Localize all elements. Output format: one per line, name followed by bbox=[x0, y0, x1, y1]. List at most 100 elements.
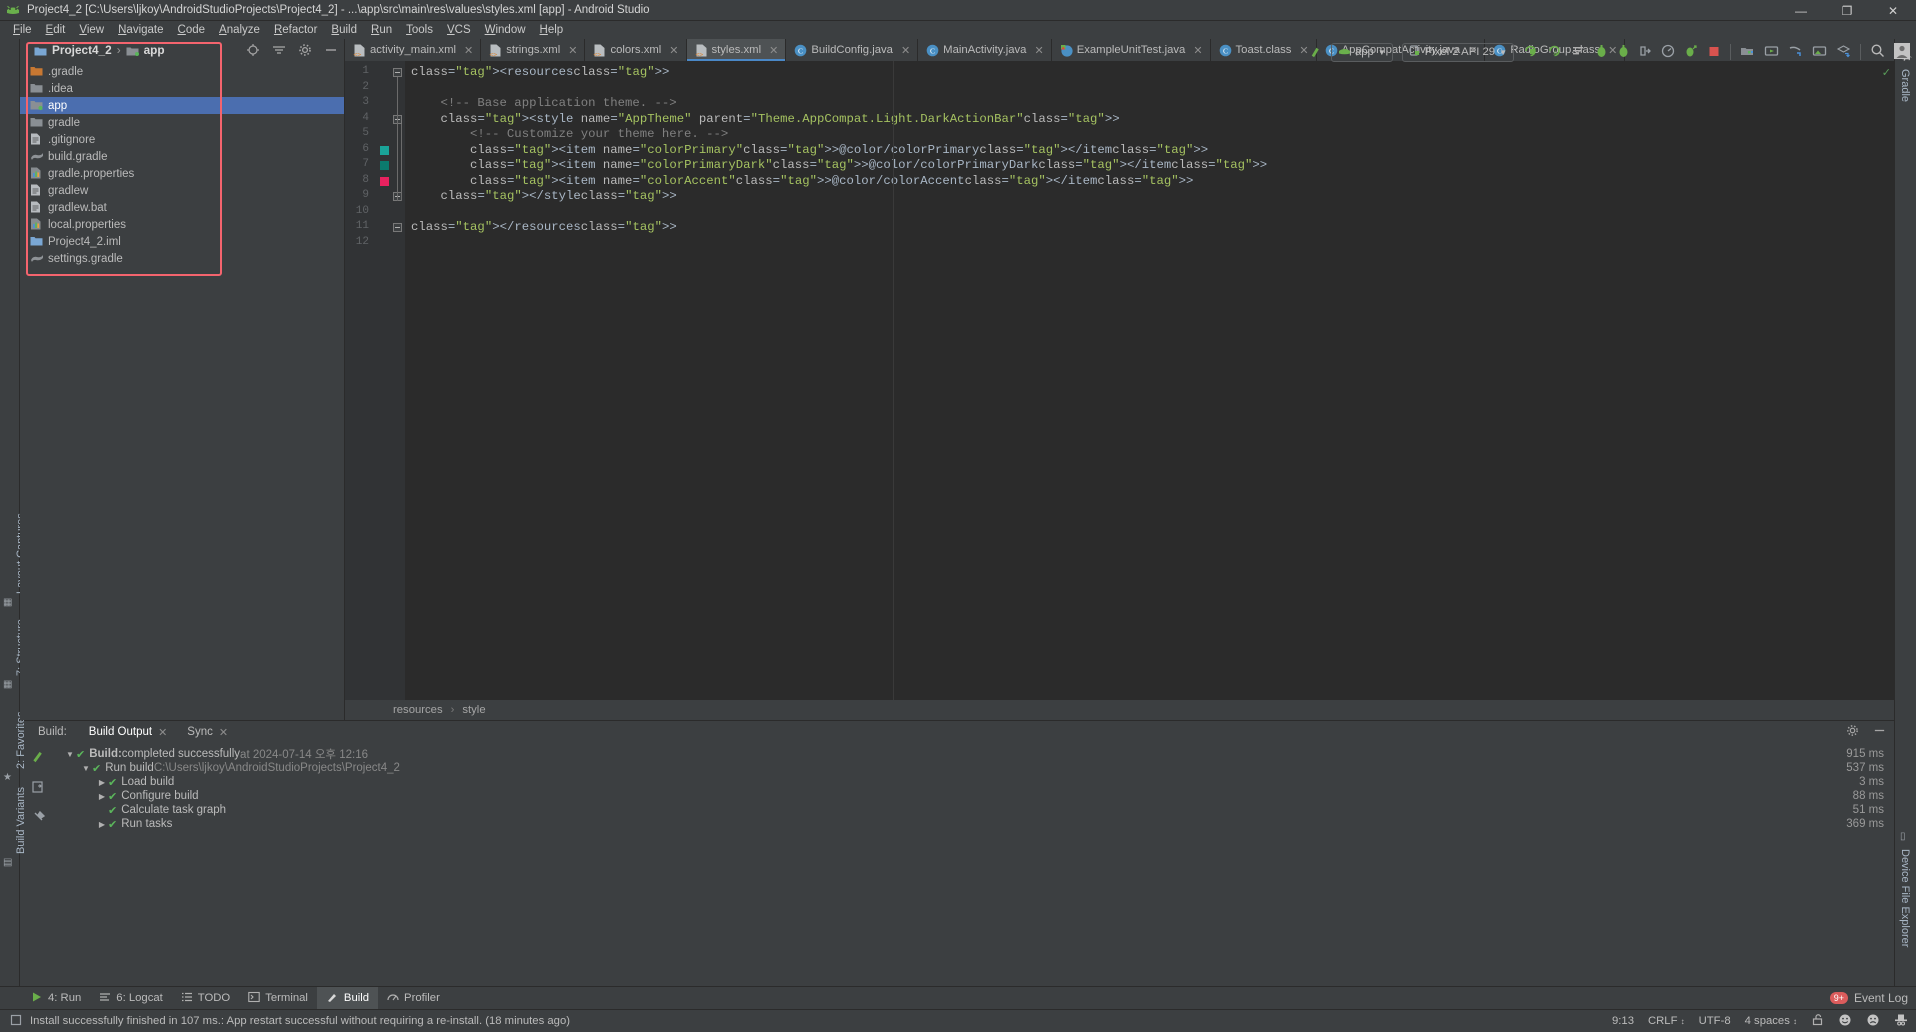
duplicate-icon[interactable] bbox=[31, 780, 45, 797]
build-tab-build-output[interactable]: Build Output ✕ bbox=[83, 724, 174, 741]
tool-window-button-terminal[interactable]: Terminal bbox=[239, 988, 317, 1009]
menu-item-refactor[interactable]: Refactor bbox=[267, 23, 324, 37]
hide-panel-icon[interactable] bbox=[1873, 724, 1886, 740]
project-tree-item-gradlew[interactable]: gradlew bbox=[20, 182, 344, 199]
editor-tab-styles-xml[interactable]: <> styles.xml ✕ bbox=[686, 39, 787, 61]
chevron-right-icon[interactable]: ▶ bbox=[96, 820, 108, 829]
search-icon[interactable] bbox=[1870, 43, 1885, 61]
menu-item-analyze[interactable]: Analyze bbox=[212, 23, 267, 37]
editor-tab-strings-xml[interactable]: <> strings.xml ✕ bbox=[481, 39, 586, 61]
close-icon[interactable]: ✕ bbox=[568, 44, 577, 57]
lock-open-icon[interactable] bbox=[1811, 1013, 1824, 1029]
hide-panel-icon[interactable] bbox=[324, 43, 338, 60]
project-tree-item-settings-gradle[interactable]: settings.gradle bbox=[20, 250, 344, 267]
hammer-icon[interactable] bbox=[30, 747, 46, 766]
tool-window-button-todo[interactable]: TODO bbox=[172, 988, 239, 1009]
right-strip-item-device-file-explorer[interactable]: Device File Explorer bbox=[1899, 849, 1911, 947]
code-fold-toggle[interactable] bbox=[393, 223, 402, 232]
code-fold-toggle[interactable] bbox=[393, 68, 402, 77]
happy-face-icon[interactable] bbox=[1838, 1013, 1852, 1030]
device-manager-icon[interactable] bbox=[1836, 44, 1851, 61]
device-selector[interactable]: Pixel 2 API 29 ▼ bbox=[1401, 42, 1514, 62]
sdk-manager-icon[interactable] bbox=[1740, 44, 1755, 61]
close-icon[interactable]: ✕ bbox=[219, 726, 228, 739]
code-content[interactable]: class="tag"><resourcesclass="tag">> <!--… bbox=[405, 61, 1894, 700]
menu-item-navigate[interactable]: Navigate bbox=[111, 23, 170, 37]
menu-item-view[interactable]: View bbox=[72, 23, 111, 37]
hammer-icon[interactable] bbox=[1308, 44, 1322, 61]
project-tree[interactable]: .gradle .idea app gradle .gitignore build.gra… bbox=[20, 63, 344, 720]
left-strip-item-build-variants[interactable]: Build Variants bbox=[15, 787, 27, 854]
build-output-row[interactable]: ▼ ✔ Run build C:\Users\ljkoy\AndroidStudio… bbox=[56, 761, 1894, 775]
rerun-icon[interactable] bbox=[1571, 44, 1586, 61]
build-output-tree[interactable]: ▼ ✔ Build: completed successfully at 2024-… bbox=[56, 743, 1894, 986]
close-icon[interactable]: ✕ bbox=[158, 726, 167, 739]
project-tree-item-local-properties[interactable]: local.properties bbox=[20, 216, 344, 233]
attach-debugger-icon[interactable] bbox=[1639, 44, 1652, 61]
file-encoding[interactable]: UTF-8 bbox=[1699, 1015, 1731, 1027]
build-output-row[interactable]: ▼ ✔ Build: completed successfully at 2024-… bbox=[56, 747, 1894, 761]
build-output-row[interactable]: ▶ ✔ Load build 3 ms bbox=[56, 775, 1894, 789]
inspector-hat-icon[interactable] bbox=[1894, 1013, 1908, 1030]
tool-window-button-profiler[interactable]: Profiler bbox=[378, 988, 449, 1009]
minimize-button[interactable]: — bbox=[1778, 0, 1824, 21]
layout-inspector-icon[interactable] bbox=[1812, 44, 1827, 61]
project-tree-item-build-gradle[interactable]: build.gradle bbox=[20, 148, 344, 165]
menu-item-vcs[interactable]: VCS bbox=[440, 23, 478, 37]
project-tree-item--gradle[interactable]: .gradle bbox=[20, 63, 344, 80]
avd-manager-icon[interactable] bbox=[1764, 44, 1779, 61]
profiler-icon[interactable] bbox=[1661, 44, 1675, 61]
menu-item-build[interactable]: Build bbox=[324, 23, 364, 37]
settings-gear-icon[interactable] bbox=[298, 43, 312, 60]
sync-gradle-icon[interactable] bbox=[1788, 44, 1803, 61]
build-tab-sync[interactable]: Sync ✕ bbox=[181, 724, 234, 741]
chevron-down-icon[interactable]: ▼ bbox=[64, 750, 76, 759]
color-swatch-gutter-mark[interactable] bbox=[380, 161, 389, 170]
close-icon[interactable]: ✕ bbox=[464, 44, 473, 57]
close-icon[interactable]: ✕ bbox=[769, 44, 778, 57]
menu-item-edit[interactable]: Edit bbox=[39, 23, 73, 37]
settings-gear-icon[interactable] bbox=[1846, 724, 1859, 740]
collapse-all-icon[interactable] bbox=[272, 43, 286, 60]
run-with-coverage-icon[interactable] bbox=[1684, 44, 1698, 61]
module-selector[interactable]: app ▼ bbox=[1330, 42, 1393, 62]
project-tree-item-app[interactable]: app bbox=[20, 97, 344, 114]
event-log-area[interactable]: 9+ Event Log bbox=[1829, 991, 1908, 1005]
indent-setting[interactable]: 4 spaces ↕ bbox=[1745, 1015, 1797, 1027]
line-separator[interactable]: CRLF ↕ bbox=[1648, 1015, 1685, 1027]
color-swatch-gutter-mark[interactable] bbox=[380, 145, 389, 155]
editor-tab-colors-xml[interactable]: <> colors.xml ✕ bbox=[585, 39, 687, 61]
project-tree-item-project4-2-iml[interactable]: Project4_2.iml bbox=[20, 233, 344, 250]
editor-tab-toast-class[interactable]: C Toast.class ✕ bbox=[1210, 39, 1317, 61]
apply-code-changes-icon[interactable]: A bbox=[1547, 44, 1562, 61]
tool-window-button-4--run[interactable]: 4: Run bbox=[22, 988, 90, 1009]
event-log-label[interactable]: Event Log bbox=[1854, 991, 1908, 1005]
editor-breadcrumb-item[interactable]: resources bbox=[393, 704, 443, 716]
tool-window-button-6--logcat[interactable]: 6: Logcat bbox=[90, 988, 171, 1009]
build-output-row[interactable]: ▶ ✔ Configure build 88 ms bbox=[56, 789, 1894, 803]
editor-breadcrumb-item[interactable]: style bbox=[462, 704, 485, 716]
editor-tab-buildconfig-java[interactable]: C BuildConfig.java ✕ bbox=[786, 39, 919, 61]
project-tree-item-gradlew-bat[interactable]: gradlew.bat bbox=[20, 199, 344, 216]
stop-icon[interactable] bbox=[1707, 44, 1721, 61]
build-output-row[interactable]: ▶ ✔ Run tasks 369 ms bbox=[56, 817, 1894, 831]
locate-icon[interactable] bbox=[246, 43, 260, 60]
breadcrumb-item[interactable]: Project4_2 bbox=[52, 43, 112, 57]
menu-item-tools[interactable]: Tools bbox=[399, 23, 440, 37]
editor-tab-exampleunittest-java[interactable]: ExampleUnitTest.java ✕ bbox=[1051, 39, 1211, 61]
pin-icon[interactable] bbox=[31, 810, 46, 828]
project-tree-item--gitignore[interactable]: .gitignore bbox=[20, 131, 344, 148]
debug-bug-icon[interactable] bbox=[1595, 44, 1608, 61]
editor-fold-column[interactable] bbox=[391, 61, 405, 700]
menu-item-help[interactable]: Help bbox=[533, 23, 571, 37]
right-strip-item-gradle[interactable]: Gradle bbox=[1899, 69, 1911, 102]
close-icon[interactable]: ✕ bbox=[901, 44, 910, 57]
editor-tab-activity-main-xml[interactable]: <> activity_main.xml ✕ bbox=[345, 39, 482, 61]
build-output-row[interactable]: ✔ Calculate task graph 51 ms bbox=[56, 803, 1894, 817]
avatar-icon[interactable] bbox=[1894, 42, 1910, 62]
menu-item-file[interactable]: File bbox=[6, 23, 39, 37]
chevron-down-icon[interactable]: ▼ bbox=[80, 764, 92, 773]
caret-position[interactable]: 9:13 bbox=[1612, 1015, 1634, 1027]
tool-window-button-build[interactable]: Build bbox=[316, 987, 379, 1009]
menu-item-window[interactable]: Window bbox=[478, 23, 533, 37]
